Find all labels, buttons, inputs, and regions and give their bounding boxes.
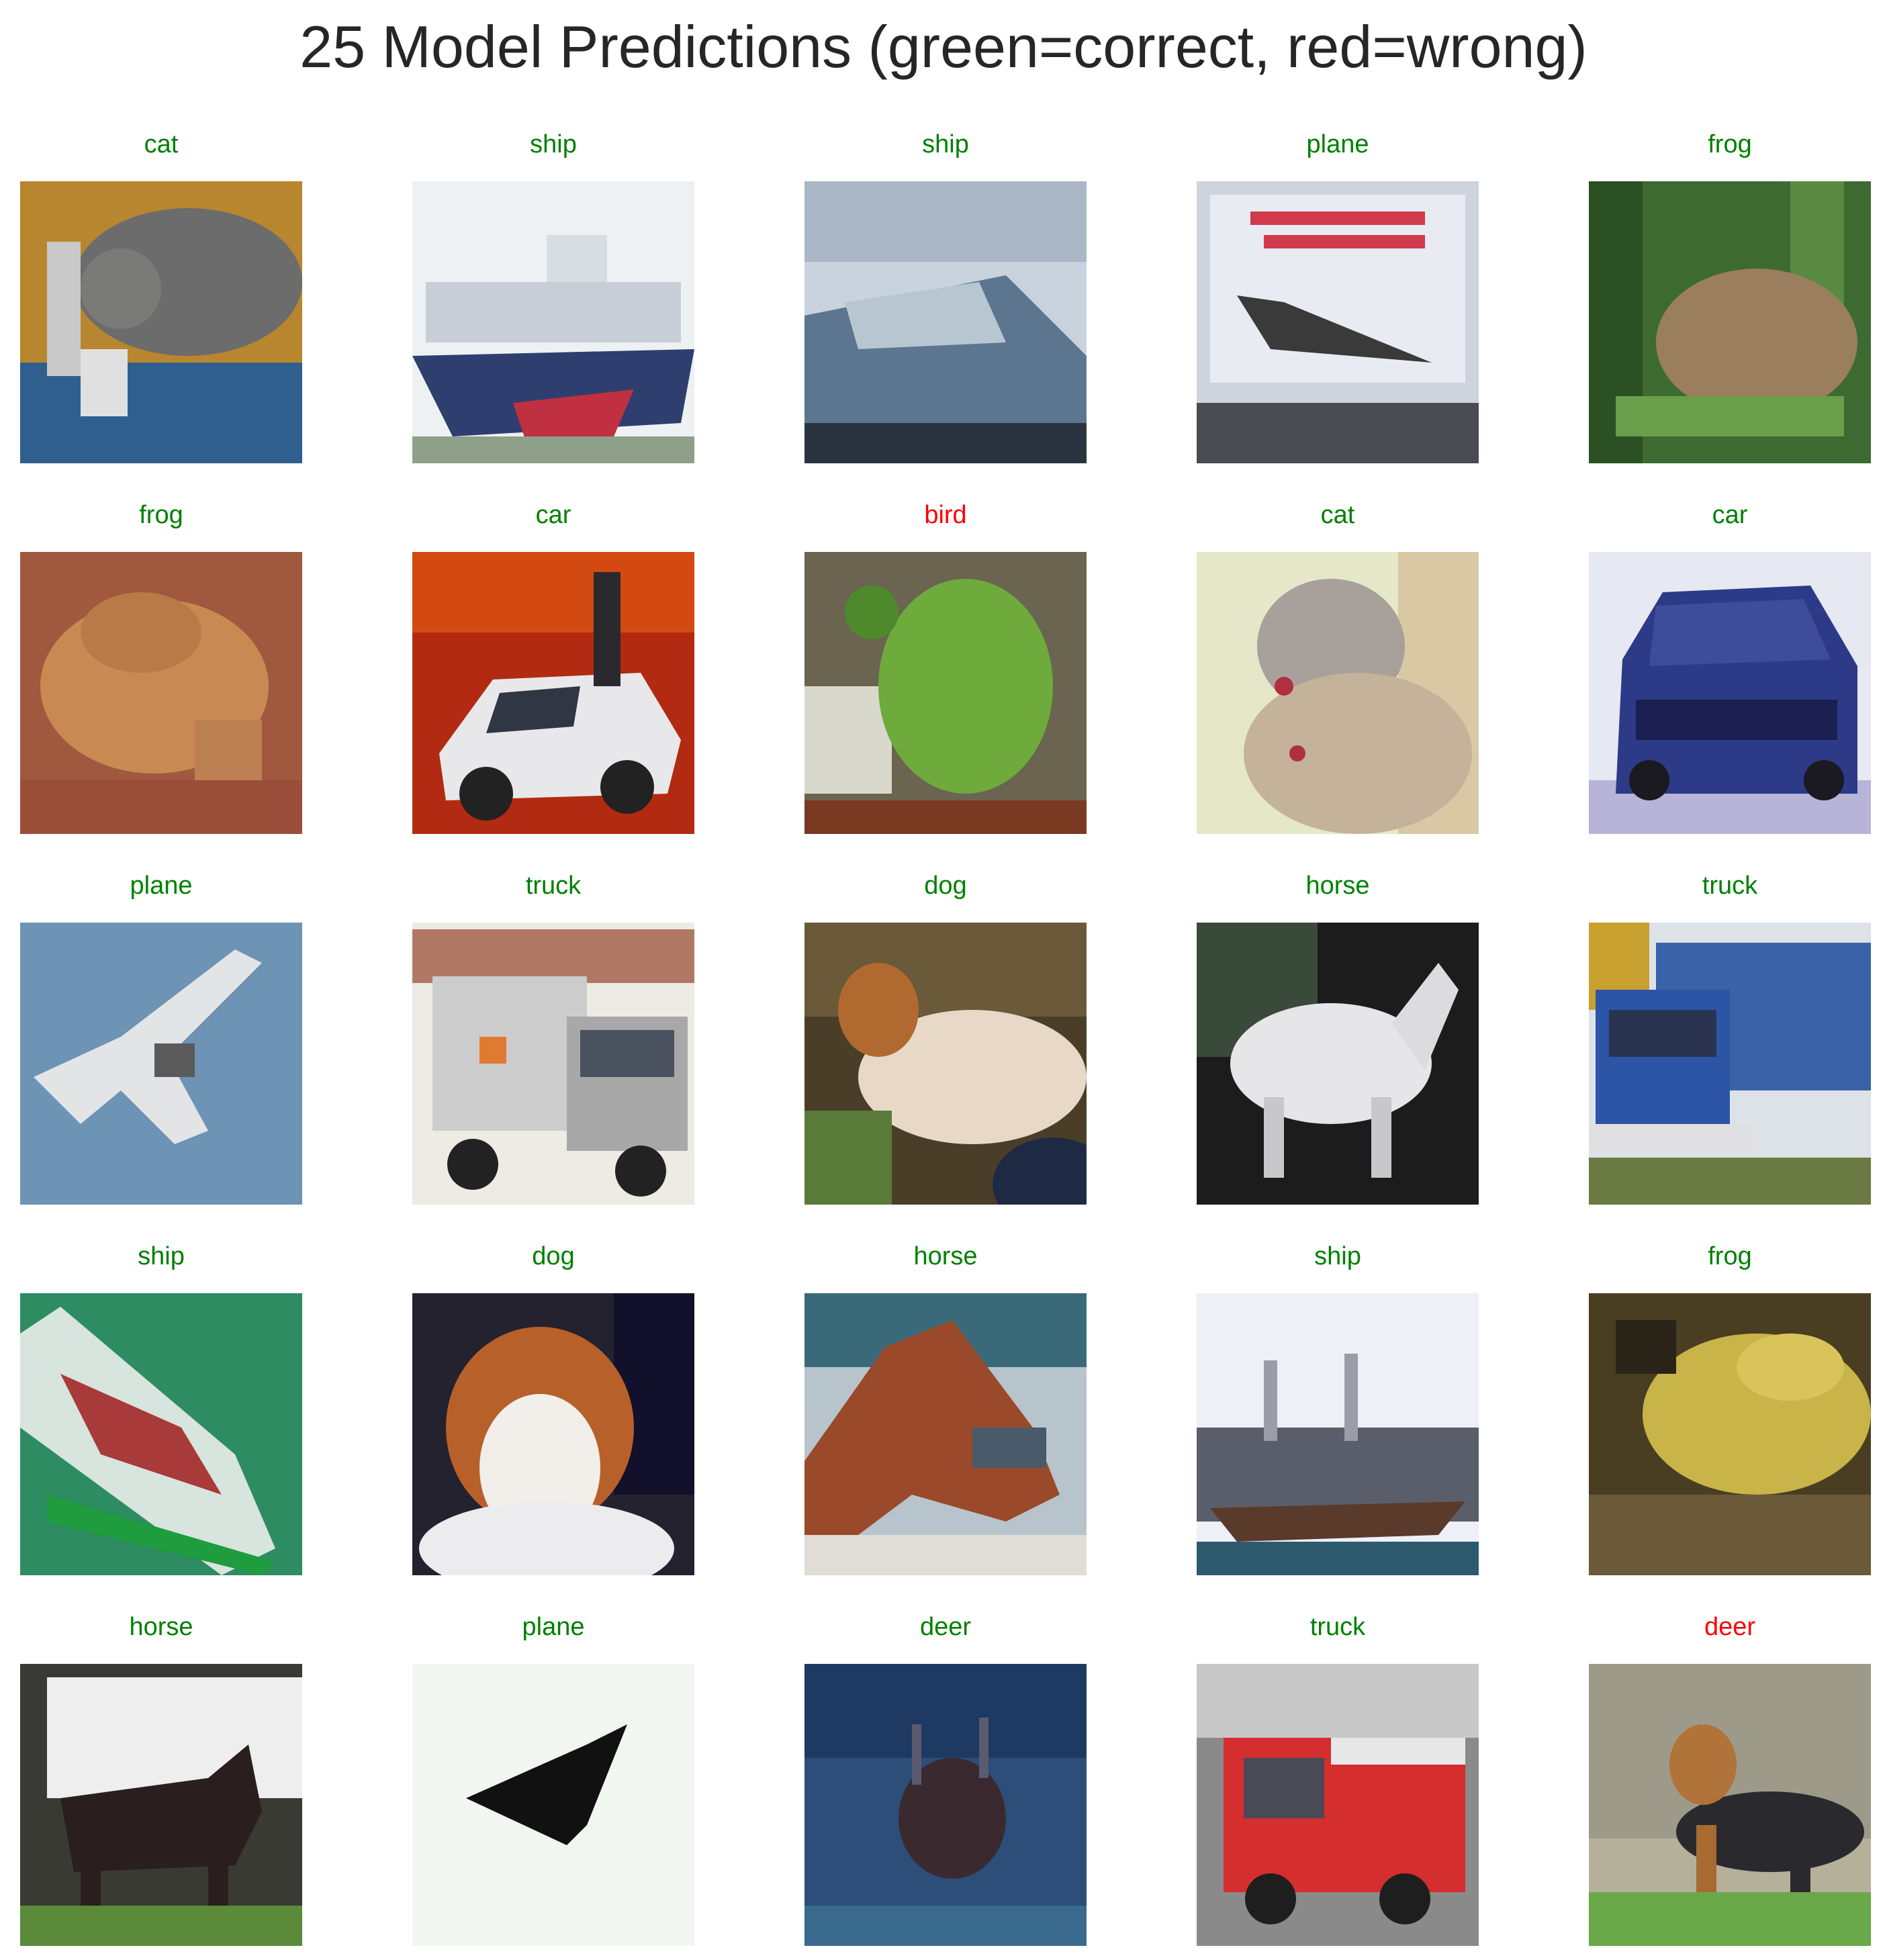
prediction-cell: horse — [1197, 866, 1479, 1208]
prediction-cell: plane — [1197, 124, 1479, 467]
prediction-label: frog — [139, 501, 183, 529]
prediction-label: dog — [924, 872, 967, 900]
ship-image — [804, 181, 1087, 463]
prediction-label: deer — [1704, 1613, 1756, 1641]
horse-image — [20, 1664, 302, 1946]
car-image — [412, 552, 694, 834]
plane-image — [20, 923, 302, 1205]
prediction-cell: horse — [20, 1607, 302, 1949]
prediction-label: car — [1712, 501, 1748, 529]
prediction-grid: cat ship ship plane frog frog car bird c… — [0, 0, 1887, 1960]
dog-image — [1589, 1664, 1871, 1946]
prediction-cell: ship — [20, 1236, 302, 1579]
truck-image — [1589, 923, 1871, 1205]
prediction-label: horse — [913, 1242, 978, 1270]
prediction-label: truck — [1702, 872, 1758, 900]
prediction-cell: plane — [20, 866, 302, 1208]
prediction-label: plane — [522, 1613, 585, 1641]
prediction-label: dog — [532, 1242, 575, 1270]
prediction-label: horse — [129, 1613, 193, 1641]
frog-image — [1589, 1293, 1871, 1575]
prediction-cell: cat — [1197, 495, 1479, 837]
prediction-cell: truck — [1589, 866, 1871, 1208]
ship-image — [1197, 1293, 1479, 1575]
prediction-cell: frog — [1589, 1236, 1871, 1579]
prediction-cell: deer — [1589, 1607, 1871, 1949]
frog-image — [1589, 181, 1871, 463]
prediction-label: deer — [919, 1613, 972, 1641]
prediction-label: ship — [530, 130, 577, 158]
prediction-label: cat — [144, 130, 179, 158]
prediction-cell: frog — [1589, 124, 1871, 467]
prediction-label: cat — [1320, 501, 1355, 529]
prediction-cell: horse — [804, 1236, 1087, 1579]
prediction-label: ship — [1314, 1242, 1361, 1270]
dog-image — [412, 1293, 694, 1575]
prediction-label: ship — [138, 1242, 185, 1270]
car-image — [1589, 552, 1871, 834]
prediction-cell: ship — [804, 124, 1087, 467]
prediction-cell: truck — [1197, 1607, 1479, 1949]
cat-image — [1197, 552, 1479, 834]
ship-image — [20, 1293, 302, 1575]
prediction-label: truck — [525, 872, 582, 900]
frog-image — [20, 552, 302, 834]
prediction-label: horse — [1305, 872, 1370, 900]
prediction-cell: cat — [20, 124, 302, 467]
prediction-label: frog — [1708, 1242, 1752, 1270]
prediction-cell: bird — [804, 495, 1087, 837]
prediction-cell: dog — [804, 866, 1087, 1208]
prediction-label: car — [535, 501, 571, 529]
prediction-cell: ship — [1197, 1236, 1479, 1579]
cat-image — [20, 181, 302, 463]
truck-image — [412, 923, 694, 1205]
horse-image — [1197, 923, 1479, 1205]
prediction-label: frog — [1708, 130, 1752, 158]
dog-image — [804, 923, 1087, 1205]
plane-image — [1197, 181, 1479, 463]
prediction-cell: car — [412, 495, 694, 837]
prediction-label: bird — [924, 501, 967, 529]
prediction-cell: ship — [412, 124, 694, 467]
prediction-label: truck — [1309, 1613, 1366, 1641]
prediction-label: plane — [130, 872, 193, 900]
truck-image — [1197, 1664, 1479, 1946]
prediction-cell: plane — [412, 1607, 694, 1949]
prediction-cell: dog — [412, 1236, 694, 1579]
prediction-label: plane — [1306, 130, 1369, 158]
prediction-cell: deer — [804, 1607, 1087, 1949]
ship-image — [412, 181, 694, 463]
prediction-cell: car — [1589, 495, 1871, 837]
horse-image — [804, 1293, 1087, 1575]
plane-image — [412, 1664, 694, 1946]
prediction-cell: frog — [20, 495, 302, 837]
prediction-label: ship — [922, 130, 969, 158]
prediction-cell: truck — [412, 866, 694, 1208]
frog-image — [804, 552, 1087, 834]
deer-image — [804, 1664, 1087, 1946]
